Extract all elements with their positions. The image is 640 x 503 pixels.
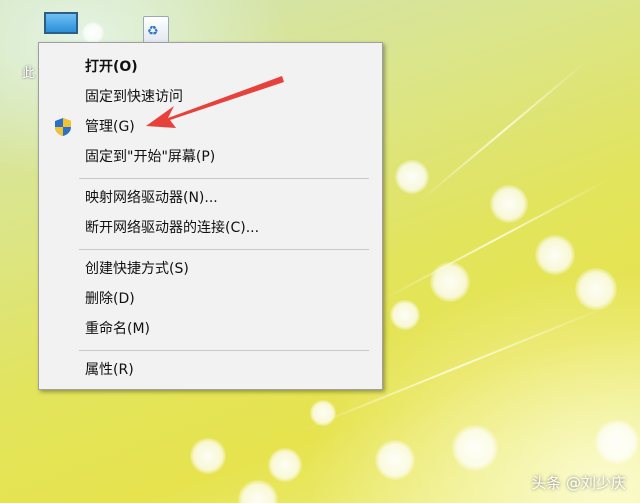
bokeh-light: [430, 262, 470, 302]
menu-item-label: 管理(G): [85, 119, 135, 135]
menu-item-rename[interactable]: 重命名(M): [39, 315, 382, 343]
menu-item-open[interactable]: 打开(O): [39, 53, 382, 81]
desktop-icon-label: 此: [22, 66, 36, 81]
menu-item-pin-quick-access[interactable]: 固定到快速访问: [39, 83, 382, 111]
watermark: 头条 @刘少庆: [531, 474, 626, 492]
bokeh-light: [390, 300, 420, 330]
bokeh-light: [82, 22, 104, 44]
menu-item-label: 固定到"开始"屏幕(P): [85, 149, 216, 165]
recycle-bin-desktop-icon[interactable]: ♻: [140, 10, 170, 46]
bokeh-light: [535, 235, 575, 275]
monitor-icon: [44, 12, 78, 34]
menu-item-label: 重命名(M): [85, 321, 151, 337]
menu-item-label: 断开网络驱动器的连接(C)...: [85, 220, 260, 236]
menu-item-manage[interactable]: 管理(G): [39, 113, 382, 141]
menu-item-label: 删除(D): [85, 291, 135, 307]
menu-item-properties[interactable]: 属性(R): [39, 356, 382, 384]
menu-item-label: 打开(O): [85, 59, 138, 75]
bokeh-light: [452, 425, 498, 471]
menu-item-map-drive[interactable]: 映射网络驱动器(N)...: [39, 184, 382, 212]
menu-separator: [79, 178, 369, 179]
recycle-arrows-icon: ♻: [147, 24, 159, 39]
bokeh-light: [490, 185, 528, 223]
light-streak: [419, 58, 590, 202]
bokeh-light: [595, 420, 639, 464]
menu-item-label: 属性(R): [85, 362, 134, 378]
bokeh-light: [268, 448, 302, 482]
bokeh-light: [395, 160, 429, 194]
menu-item-create-shortcut[interactable]: 创建快捷方式(S): [39, 255, 382, 283]
menu-item-pin-start[interactable]: 固定到"开始"屏幕(P): [39, 143, 382, 171]
menu-item-label: 固定到快速访问: [85, 89, 183, 105]
bokeh-light: [190, 438, 226, 474]
menu-item-disconnect-drive[interactable]: 断开网络驱动器的连接(C)...: [39, 214, 382, 242]
menu-item-label: 映射网络驱动器(N)...: [85, 190, 218, 206]
menu-item-delete[interactable]: 删除(D): [39, 285, 382, 313]
bokeh-light: [238, 480, 278, 503]
context-menu: 打开(O) 固定到快速访问 管理(G) 固定到"开始"屏幕(P) 映射网络驱动器…: [38, 42, 383, 390]
this-pc-desktop-icon[interactable]: [44, 12, 78, 38]
uac-shield-icon: [55, 118, 71, 136]
menu-separator: [79, 350, 369, 351]
menu-item-label: 创建快捷方式(S): [85, 261, 189, 277]
menu-separator: [79, 249, 369, 250]
bokeh-light: [375, 440, 415, 480]
